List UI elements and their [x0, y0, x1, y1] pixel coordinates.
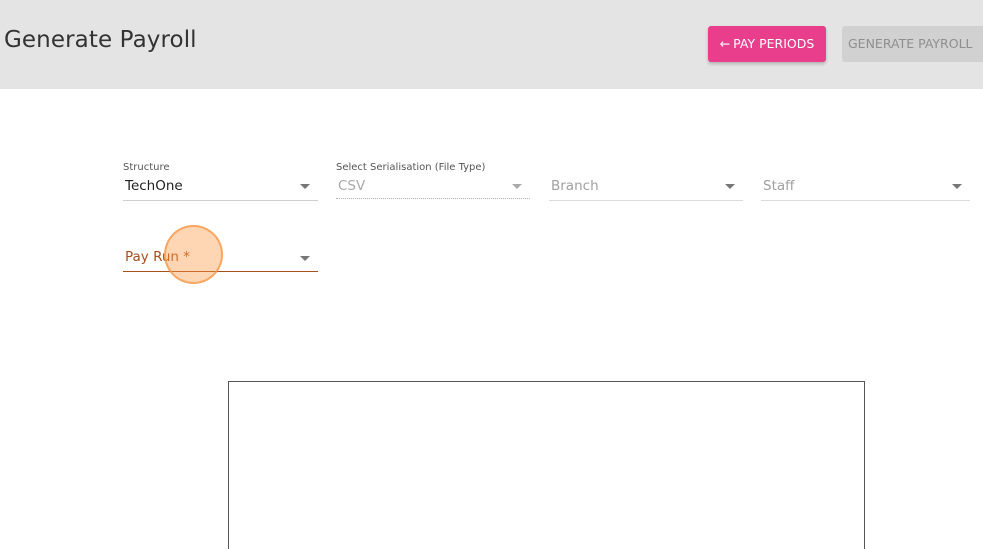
staff-placeholder: Staff — [763, 178, 795, 194]
generate-payroll-button[interactable]: GENERATE PAYROLL — [842, 26, 983, 62]
branch-placeholder: Branch — [551, 178, 599, 194]
chevron-down-icon — [725, 184, 735, 189]
serialisation-value: CSV — [338, 178, 366, 194]
arrow-left-icon: ← — [719, 36, 731, 51]
chevron-down-icon — [300, 184, 310, 189]
pay-periods-button-label: PAY PERIODS — [733, 36, 815, 51]
branch-underline — [549, 200, 743, 201]
page: Generate Payroll ← PAY PERIODS GENERATE P… — [0, 0, 983, 549]
page-header: Generate Payroll ← PAY PERIODS GENERATE P… — [0, 0, 983, 89]
structure-underline — [123, 200, 318, 201]
structure-label: Structure — [123, 162, 170, 173]
page-title: Generate Payroll — [4, 27, 197, 53]
serialisation-select[interactable]: Select Serialisation (File Type) CSV — [336, 162, 530, 202]
structure-select[interactable]: Structure TechOne — [123, 162, 318, 202]
pay-run-underline — [123, 271, 318, 272]
pay-run-select[interactable]: Pay Run * — [123, 240, 318, 274]
chevron-down-icon — [300, 256, 310, 261]
staff-select[interactable]: Staff — [761, 162, 970, 202]
chevron-down-icon — [952, 184, 962, 189]
payroll-output-panel — [228, 381, 865, 549]
staff-underline — [761, 200, 970, 201]
structure-value: TechOne — [125, 178, 183, 194]
branch-select[interactable]: Branch — [549, 162, 743, 202]
pay-periods-button[interactable]: ← PAY PERIODS — [708, 26, 826, 62]
serialisation-label: Select Serialisation (File Type) — [336, 162, 486, 173]
generate-payroll-button-label: GENERATE PAYROLL — [848, 36, 973, 51]
serialisation-underline — [336, 198, 530, 199]
chevron-down-icon — [512, 184, 522, 189]
pay-run-placeholder: Pay Run * — [125, 249, 191, 265]
